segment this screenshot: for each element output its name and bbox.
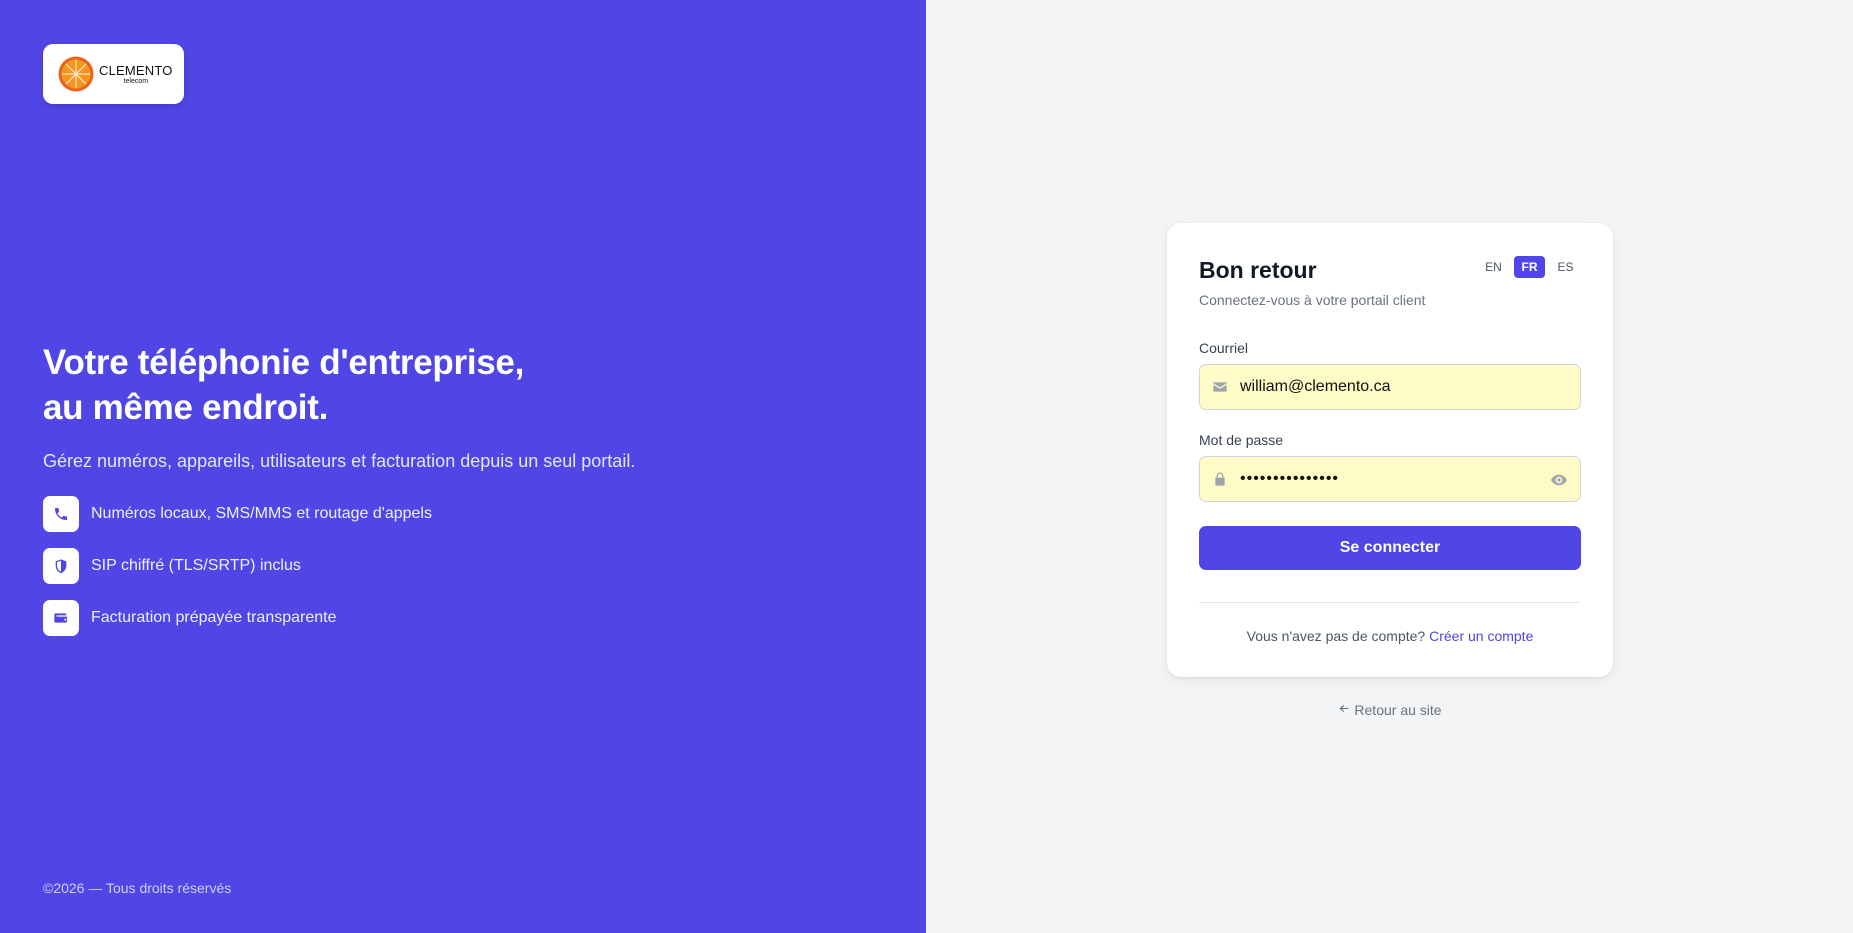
password-field[interactable]: [1200, 470, 1580, 488]
signup-prompt: Vous n'avez pas de compte? Créer un comp…: [1199, 628, 1581, 644]
login-panel: EN FR ES Bon retour Connectez-vous à vot…: [926, 0, 1853, 933]
lang-es-button[interactable]: ES: [1550, 256, 1581, 278]
hero-subtitle: Gérez numéros, appareils, utilisateurs e…: [43, 451, 636, 471]
hero-title-line-1: Votre téléphonie d'entreprise,: [43, 343, 525, 382]
feature-list: Numéros locaux, SMS/MMS et routage d'app…: [43, 496, 843, 636]
hero-title-line-2: au même endroit.: [43, 388, 328, 427]
hero-panel: CLEMENTO telecom Votre téléphonie d'entr…: [0, 0, 926, 933]
login-card: EN FR ES Bon retour Connectez-vous à vot…: [1167, 223, 1613, 677]
back-to-site-link[interactable]: Retour au site: [1167, 702, 1613, 718]
arrow-left-icon: [1338, 702, 1350, 718]
feature-item: SIP chiffré (TLS/SRTP) inclus: [43, 548, 843, 584]
language-switcher: EN FR ES: [1478, 256, 1581, 278]
divider: [1199, 602, 1581, 603]
envelope-icon: [1212, 379, 1228, 395]
login-subtitle: Connectez-vous à votre portail client: [1199, 292, 1426, 308]
hero-title: Votre téléphonie d'entreprise, au même e…: [43, 340, 843, 430]
lang-fr-button[interactable]: FR: [1514, 256, 1545, 278]
password-field-wrapper: [1199, 456, 1581, 502]
password-label: Mot de passe: [1199, 432, 1284, 448]
eye-icon[interactable]: [1550, 471, 1568, 489]
feature-label: Facturation prépayée transparente: [91, 609, 337, 626]
feature-item: Facturation prépayée transparente: [43, 600, 843, 636]
email-label: Courriel: [1199, 340, 1249, 356]
phone-icon: [43, 496, 79, 532]
shield-icon: [43, 548, 79, 584]
feature-label: Numéros locaux, SMS/MMS et routage d'app…: [91, 505, 432, 522]
feature-label: SIP chiffré (TLS/SRTP) inclus: [91, 557, 301, 574]
brand-logo[interactable]: CLEMENTO telecom: [43, 44, 184, 104]
create-account-link[interactable]: Créer un compte: [1429, 628, 1533, 644]
lock-icon: [1212, 471, 1228, 487]
login-button[interactable]: Se connecter: [1199, 526, 1581, 570]
feature-item: Numéros locaux, SMS/MMS et routage d'app…: [43, 496, 843, 532]
no-account-text: Vous n'avez pas de compte?: [1246, 628, 1426, 644]
brand-tagline: telecom: [123, 77, 149, 85]
email-field-wrapper: [1199, 364, 1581, 410]
lang-en-button[interactable]: EN: [1478, 256, 1509, 278]
hero-content: Votre téléphonie d'entreprise, au même e…: [43, 340, 843, 652]
wallet-icon: [43, 600, 79, 636]
email-field[interactable]: [1200, 378, 1580, 396]
brand-name: CLEMENTO: [99, 62, 173, 78]
orange-slice-icon: [58, 56, 94, 92]
back-to-site-label: Retour au site: [1354, 702, 1442, 718]
copyright: ©2026 — Tous droits réservés: [43, 880, 232, 896]
